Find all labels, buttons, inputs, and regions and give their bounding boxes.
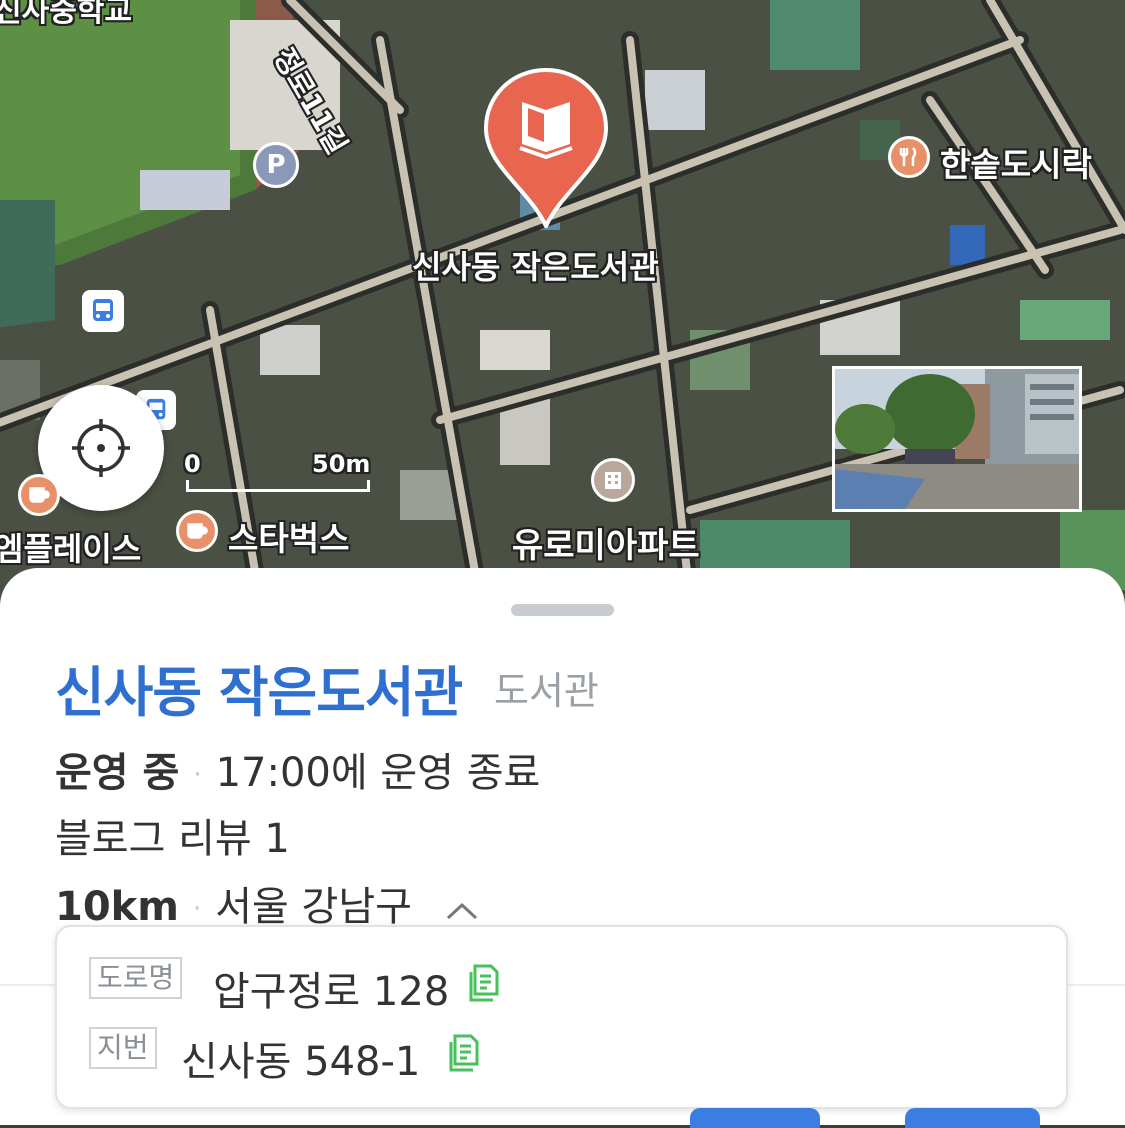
street-view-thumbnail[interactable] bbox=[832, 366, 1082, 512]
action-button[interactable] bbox=[905, 1108, 1040, 1128]
scale-zero: 0 bbox=[184, 450, 201, 478]
road-address-tag: 도로명 bbox=[89, 957, 183, 999]
hours-text: 17:00에 운영 종료 bbox=[215, 750, 541, 796]
locate-me-icon bbox=[72, 419, 130, 477]
copy-icon[interactable] bbox=[449, 1034, 479, 1072]
lot-address-tag: 지번 bbox=[89, 1027, 157, 1069]
cafe-icon[interactable] bbox=[176, 510, 218, 552]
selected-place-label: 신사동 작은도서관 bbox=[412, 248, 659, 286]
parking-icon[interactable]: P bbox=[253, 142, 299, 188]
road-address[interactable]: 압구정로 128 bbox=[213, 959, 449, 1017]
action-button[interactable] bbox=[690, 1108, 820, 1128]
map-view[interactable]: 신사중학교 정로11길 P 신사동 작은도서관 한솥도시락 0 50m 엠플레이… bbox=[0, 0, 1125, 600]
book-icon bbox=[519, 102, 573, 160]
bus-stop-icon[interactable] bbox=[82, 290, 124, 332]
review-link[interactable]: 블로그 리뷰 1 bbox=[55, 806, 290, 864]
place-category: 도서관 bbox=[494, 669, 599, 713]
status-text: 운영 중 bbox=[55, 750, 180, 796]
place-name[interactable]: 신사동 작은도서관 bbox=[55, 648, 463, 727]
copy-icon[interactable] bbox=[469, 964, 499, 1002]
address-popover: 도로명 압구정로 128 지번 신사동 548-1 bbox=[55, 925, 1068, 1109]
selected-place-marker[interactable] bbox=[483, 67, 609, 231]
school-label: 신사중학교 bbox=[0, 0, 132, 29]
building-icon[interactable] bbox=[591, 458, 635, 502]
restaurant-label[interactable]: 한솥도시락 bbox=[940, 138, 1092, 186]
operating-status-row: 운영 중 · 17:00에 운영 종료 bbox=[55, 750, 541, 796]
distance-text: 10km bbox=[55, 884, 179, 930]
poi-label[interactable]: 엠플레이스 bbox=[0, 524, 141, 570]
cafe-icon[interactable] bbox=[18, 474, 60, 516]
apartment-label[interactable]: 유로미아파트 bbox=[512, 518, 700, 567]
fork-knife-icon[interactable] bbox=[888, 136, 930, 178]
starbucks-label[interactable]: 스타벅스 bbox=[228, 512, 349, 560]
district-text: 서울 강남구 bbox=[215, 884, 412, 930]
scale-distance: 50m bbox=[312, 450, 371, 478]
location-row: 10km · 서울 강남구 bbox=[55, 874, 479, 932]
lot-address[interactable]: 신사동 548-1 bbox=[181, 1029, 420, 1087]
sheet-drag-handle[interactable] bbox=[511, 604, 614, 616]
